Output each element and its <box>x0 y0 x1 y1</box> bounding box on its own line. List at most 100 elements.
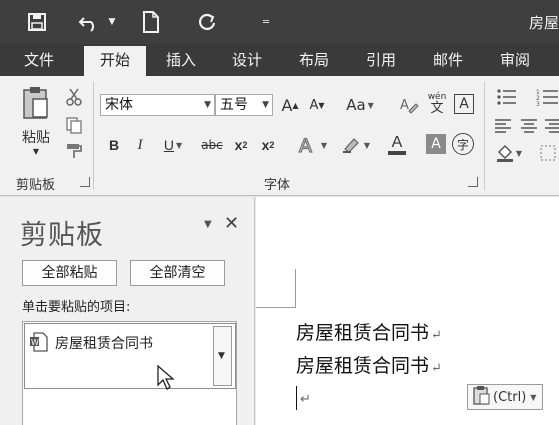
subscript-digit: 2 <box>242 140 248 150</box>
tab-review[interactable]: 审阅 <box>490 44 540 76</box>
copy-icon[interactable] <box>62 114 86 136</box>
svg-text:A: A <box>400 98 409 113</box>
format-painter-icon[interactable] <box>62 140 86 162</box>
clipboard-items-list: W 房屋租赁合同书 ▼ <box>22 321 237 425</box>
font-size-combo[interactable]: 五号 ▼ <box>215 94 273 116</box>
tab-mailings[interactable]: 邮件 <box>423 44 473 76</box>
paste-options-button[interactable]: (Ctrl) ▼ <box>467 384 543 410</box>
shading-button[interactable]: ▼ <box>492 142 526 164</box>
phonetic-bottom: 文 <box>430 101 444 116</box>
font-name-value: 宋体 <box>105 97 133 113</box>
undo-dropdown-icon[interactable]: ▼ <box>104 6 120 38</box>
document-line[interactable]: 房屋租赁合同书 ↵ <box>296 351 442 378</box>
tab-design[interactable]: 设计 <box>222 44 272 76</box>
tab-home[interactable]: 开始 <box>84 46 146 76</box>
paste-all-button[interactable]: 全部粘贴 <box>22 260 117 286</box>
highlight-color-button[interactable]: ▼ <box>338 134 374 156</box>
tab-file[interactable]: 文件 <box>14 44 64 76</box>
word-document-icon: W <box>30 332 48 356</box>
paragraph-mark: ↵ <box>431 361 442 376</box>
align-left-icon[interactable] <box>492 116 514 136</box>
paste-button[interactable]: 粘贴 ▼ <box>16 84 56 156</box>
underline-glyph: U <box>163 137 174 153</box>
subscript-button[interactable]: x2 <box>230 134 252 156</box>
text-effects-button[interactable]: A ▼ <box>295 132 329 158</box>
paste-dropdown-icon: ▼ <box>32 146 40 156</box>
svg-text:3: 3 <box>536 101 540 106</box>
subscript-glyph: x <box>234 137 243 153</box>
character-border-button[interactable]: A <box>454 94 474 114</box>
font-name-combo[interactable]: 宋体 ▼ <box>100 94 215 116</box>
clipboard-item[interactable]: W 房屋租赁合同书 ▼ <box>24 323 236 389</box>
svg-text:W: W <box>31 338 39 347</box>
align-right-icon[interactable] <box>544 116 559 136</box>
customize-qat-icon[interactable]: ═ <box>256 6 276 38</box>
clipboard-launcher-icon[interactable] <box>80 177 90 187</box>
paste-label: 粘贴 <box>22 129 50 146</box>
underline-button[interactable]: U ▼ <box>156 134 190 156</box>
shrink-font-glyph: A <box>309 97 319 113</box>
pane-options-icon[interactable]: ▼ <box>204 219 212 230</box>
chevron-down-icon: ▼ <box>204 100 211 110</box>
svg-text:A: A <box>299 135 312 156</box>
tab-layout[interactable]: 布局 <box>289 44 339 76</box>
new-document-icon[interactable] <box>136 6 166 38</box>
clipboard-group-label: 剪贴板 <box>16 178 56 193</box>
strikethrough-button[interactable]: abc <box>198 134 226 156</box>
highlighter-icon <box>342 138 359 153</box>
change-case-glyph: Aa <box>346 96 366 114</box>
clear-formatting-icon[interactable]: A <box>397 94 421 116</box>
window-title: 房屋 <box>528 14 559 32</box>
superscript-button[interactable]: x2 <box>257 134 279 156</box>
change-case-button[interactable]: Aa ▼ <box>342 94 378 116</box>
chevron-down-icon: ▼ <box>218 351 225 361</box>
align-center-icon[interactable] <box>518 116 540 136</box>
paste-options-label: (Ctrl) <box>493 389 527 405</box>
group-divider <box>484 82 485 190</box>
bullets-icon[interactable] <box>492 86 522 108</box>
shrink-font-button[interactable]: A ▼ <box>306 94 328 116</box>
mouse-cursor-icon <box>157 364 175 395</box>
paste-icon <box>21 85 51 125</box>
superscript-glyph: x <box>261 137 270 153</box>
pane-instruction: 单击要粘贴的项目: <box>22 300 131 315</box>
font-color-button[interactable]: A <box>380 132 414 158</box>
character-shading-button[interactable]: A <box>426 134 446 154</box>
margin-corner-mark <box>295 269 296 307</box>
ribbon-tab-bar: 文件 开始 插入 设计 布局 引用 邮件 审阅 <box>0 44 559 76</box>
clipboard-item-dropdown[interactable]: ▼ <box>213 326 232 386</box>
paint-bucket-icon <box>496 144 513 162</box>
clear-all-button[interactable]: 全部清空 <box>130 260 225 286</box>
close-icon[interactable]: ✕ <box>224 213 239 234</box>
undo-icon[interactable] <box>74 6 104 38</box>
tab-insert[interactable]: 插入 <box>156 44 206 76</box>
borders-icon[interactable] <box>538 142 558 164</box>
clipboard-pane: 剪贴板 ▼ ✕ 全部粘贴 全部清空 单击要粘贴的项目: W 房屋租赁合同书 ▼ <box>0 197 255 425</box>
group-divider <box>93 82 94 190</box>
cut-icon[interactable] <box>62 86 86 108</box>
font-color-bar <box>388 151 406 155</box>
document-line-text: 房屋租赁合同书 <box>296 355 430 377</box>
document-line-text: 房屋租赁合同书 <box>296 322 430 344</box>
save-icon[interactable] <box>22 6 52 38</box>
phonetic-guide-button[interactable]: wén 文 <box>424 90 450 118</box>
tab-references[interactable]: 引用 <box>356 44 406 76</box>
bold-button[interactable]: B <box>104 134 124 156</box>
margin-corner-mark <box>256 307 296 308</box>
chevron-down-icon: ▼ <box>530 392 537 402</box>
redo-icon[interactable] <box>192 6 222 38</box>
superscript-digit: 2 <box>269 140 275 150</box>
italic-button[interactable]: I <box>130 134 150 156</box>
document-line[interactable]: 房屋租赁合同书 ↵ <box>296 318 442 345</box>
font-color-glyph: A <box>391 134 403 151</box>
font-group-label: 字体 <box>264 178 291 193</box>
paragraph-mark: ↵ <box>300 392 311 407</box>
title-bar: ▼ ═ 房屋 <box>0 0 559 44</box>
paragraph-mark: ↵ <box>431 328 442 343</box>
pane-title: 剪贴板 <box>20 220 104 251</box>
grow-font-button[interactable]: A ▲ <box>279 94 301 116</box>
font-launcher-icon[interactable] <box>468 177 478 187</box>
enclose-characters-button[interactable]: 字 <box>452 133 474 155</box>
numbering-icon[interactable]: 123 <box>534 86 559 108</box>
text-effects-icon: A <box>298 134 312 156</box>
